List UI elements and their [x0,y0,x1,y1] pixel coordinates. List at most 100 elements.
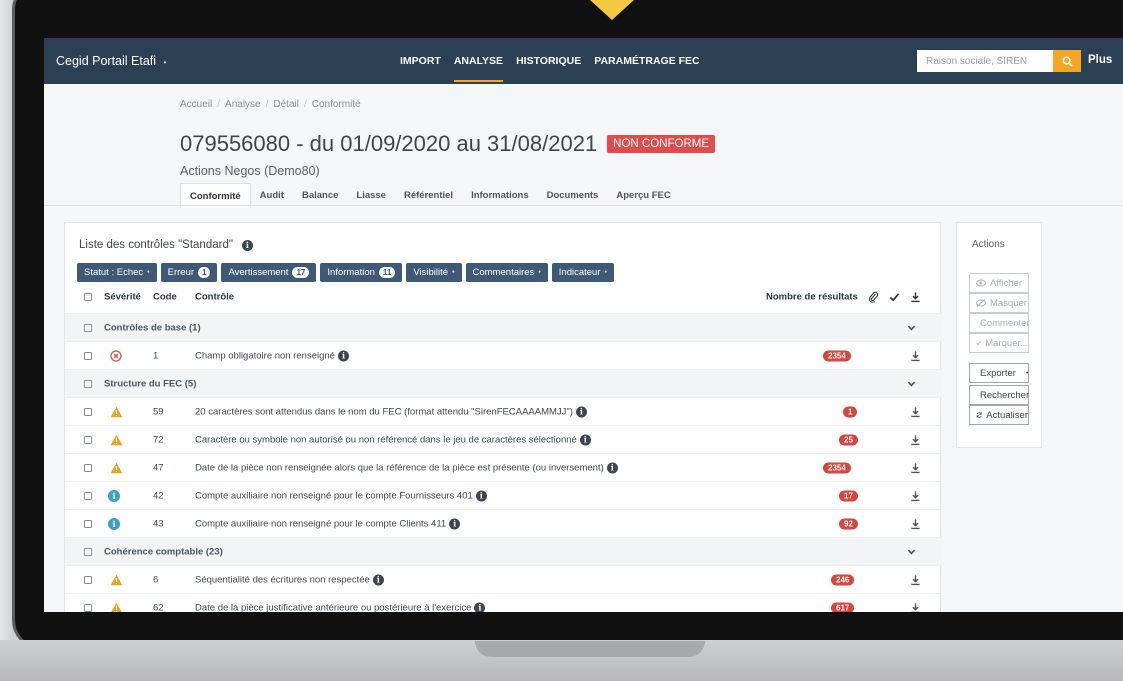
row-checkbox[interactable] [84,435,92,444]
table-row[interactable]: 47 Date de la pièce non renseignée alors… [65,453,942,481]
chevron-down-icon[interactable] [907,379,916,388]
table-row[interactable]: i 42 Compte auxiliaire non renseigné pou… [65,481,942,509]
download-icon[interactable] [910,518,921,529]
column-code[interactable]: Code [153,292,177,303]
group-row-structure-fec[interactable]: Structure du FEC (5) [65,369,942,397]
download-icon[interactable] [910,350,921,361]
breadcrumb-analyse[interactable]: Analyse [225,99,261,110]
row-code: 47 [153,462,164,473]
chevron-down-icon[interactable] [907,323,916,332]
row-code: 59 [153,406,164,417]
decorative-shape [590,0,634,20]
group-checkbox[interactable] [84,379,92,388]
nav-analyse[interactable]: ANALYSE [453,55,504,82]
card-title: Liste des contrôles "Standard" i [79,239,253,251]
masquer-button[interactable]: Masquer [969,293,1029,313]
row-checkbox[interactable] [84,603,92,612]
info-icon: i [372,573,384,585]
row-count[interactable]: 92 [839,518,858,529]
nav-import[interactable]: IMPORT [400,55,441,82]
commenter-button[interactable]: Commenter [969,313,1030,333]
download-icon[interactable] [910,602,921,612]
table-row[interactable]: 1 Champ obligatoire non renseigné i 2354 [65,341,942,369]
row-checkbox[interactable] [84,519,92,528]
filter-avertissement-button[interactable]: Avertissement 17 [221,263,317,282]
download-icon[interactable] [910,490,921,501]
filter-indicateur-button[interactable]: Indicateur • [551,263,614,282]
warning-icon [110,434,123,445]
row-count[interactable]: 2354 [823,462,851,473]
paperclip-icon[interactable] [868,291,879,303]
table-row[interactable]: 62 Date de la pièce justificative antéri… [65,593,942,612]
row-checkbox[interactable] [84,407,92,416]
info-icon: i [475,489,487,501]
row-label: Compte auxiliaire non renseigné pour le … [195,517,461,529]
filter-statut-button[interactable]: Statut : Echec • [77,263,157,282]
search-button[interactable] [1053,50,1081,72]
group-row-coherence-comptable[interactable]: Cohérence comptable (23) [65,537,942,565]
row-checkbox[interactable] [84,351,92,360]
row-label: Date de la pièce non renseignée alors qu… [195,461,618,473]
exporter-button[interactable]: Exporter • [969,363,1029,383]
table-row[interactable]: 59 20 caractères sont attendus dans le n… [65,397,942,425]
row-label: 20 caractères sont attendus dans le nom … [195,405,587,417]
group-checkbox[interactable] [84,323,92,332]
download-icon[interactable] [910,434,921,445]
table-row[interactable]: 6 Séquentialité des écritures non respec… [65,565,942,593]
breadcrumb-detail[interactable]: Détail [273,99,299,110]
row-count[interactable]: 246 [831,574,855,585]
download-icon[interactable] [910,292,921,303]
filter-erreur-button[interactable]: Erreur 1 [160,263,218,282]
nav-historique[interactable]: HISTORIQUE [516,55,581,82]
download-icon[interactable] [910,462,921,473]
row-checkbox[interactable] [84,575,92,584]
row-count[interactable]: 25 [839,434,858,445]
filter-information-button[interactable]: Information 11 [320,263,403,282]
row-checkbox[interactable] [84,491,92,500]
info-icon[interactable]: i [241,239,253,251]
search-icon [1062,56,1073,67]
column-resultats[interactable]: Nombre de résultats [766,292,858,303]
afficher-button[interactable]: Afficher [969,273,1029,293]
column-controle[interactable]: Contrôle [195,292,234,303]
info-icon: i [579,433,591,445]
group-label: Cohérence comptable (23) [104,546,223,557]
group-row-controles-base[interactable]: Contrôles de base (1) [65,313,942,341]
row-checkbox[interactable] [84,463,92,472]
info-severity-icon: i [108,517,120,530]
warning-icon [110,406,123,417]
warning-icon [110,574,123,585]
top-navbar: Cegid Portail Etafi • IMPORT ANALYSE HIS… [44,38,1123,84]
actualiser-button[interactable]: Actualiser [969,405,1029,425]
app-screen: Cegid Portail Etafi • IMPORT ANALYSE HIS… [44,38,1123,612]
group-label: Contrôles de base (1) [104,322,201,333]
download-icon[interactable] [910,574,921,585]
select-all-checkbox[interactable] [84,293,92,301]
chevron-down-icon[interactable] [907,547,916,556]
nav-parametrage-fec[interactable]: PARAMÉTRAGE FEC [594,55,699,82]
table-row[interactable]: i 43 Compte auxiliaire non renseigné pou… [65,509,942,537]
controls-card: Liste des contrôles "Standard" i Statut … [64,222,942,612]
eye-slash-icon [976,299,986,307]
plus-menu[interactable]: Plus [1088,54,1112,66]
table-row[interactable]: 72 Caractère ou symbole non autorisé ou … [65,425,942,453]
rechercher-button[interactable]: Rechercher [969,385,1029,405]
row-code: 43 [153,518,164,529]
filter-visibilite-button[interactable]: Visibilité • [406,263,462,282]
row-code: 6 [153,574,159,585]
marquer-button[interactable]: Marquer... [969,333,1029,353]
column-severite[interactable]: Sévérité [104,292,141,303]
page-title-text: 079556080 - du 01/09/2020 au 31/08/2021 [180,131,598,156]
info-icon: i [575,405,587,417]
row-count[interactable]: 17 [839,490,858,501]
breadcrumb-accueil[interactable]: Accueil [180,99,212,110]
download-icon[interactable] [910,406,921,417]
app-brand[interactable]: Cegid Portail Etafi • [56,54,166,68]
check-icon[interactable] [889,292,900,303]
group-checkbox[interactable] [84,547,92,556]
row-count[interactable]: 1 [843,406,858,417]
search-input[interactable] [917,50,1053,72]
row-count[interactable]: 2354 [823,350,851,361]
filter-commentaires-button[interactable]: Commentaires • [465,263,548,282]
row-count[interactable]: 617 [831,602,855,612]
